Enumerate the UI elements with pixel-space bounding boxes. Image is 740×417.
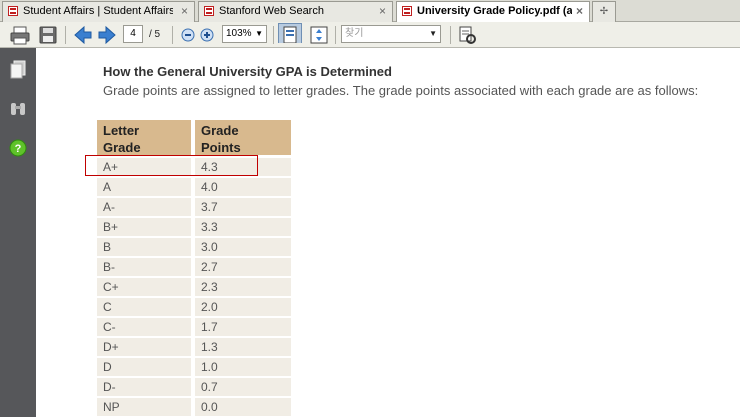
page-number-input[interactable]: 4 bbox=[123, 25, 143, 43]
fit-page-icon[interactable] bbox=[308, 25, 330, 45]
table-row: A- 3.7 bbox=[97, 198, 291, 216]
letter-grade-cell: A bbox=[97, 178, 191, 196]
letter-grade-cell: C- bbox=[97, 318, 191, 336]
table-row: B 3.0 bbox=[97, 238, 291, 256]
highlight-box bbox=[85, 155, 258, 176]
pdf-icon bbox=[204, 6, 214, 16]
grade-points-cell: 3.7 bbox=[195, 198, 291, 216]
print-icon[interactable] bbox=[9, 25, 31, 45]
letter-grade-cell: D- bbox=[97, 378, 191, 396]
grade-points-cell: 1.0 bbox=[195, 358, 291, 376]
grade-points-cell: 0.0 bbox=[195, 398, 291, 416]
letter-grade-cell: C bbox=[97, 298, 191, 316]
grade-points-cell: 3.0 bbox=[195, 238, 291, 256]
page-title: How the General University GPA is Determ… bbox=[103, 64, 392, 79]
letter-grade-cell: D+ bbox=[97, 338, 191, 356]
letter-grade-cell: C+ bbox=[97, 278, 191, 296]
pages-icon[interactable] bbox=[9, 60, 27, 80]
find-input[interactable]: 찾기 ▼ bbox=[341, 25, 441, 43]
grade-points-cell: 0.7 bbox=[195, 378, 291, 396]
grade-points-cell: 3.3 bbox=[195, 218, 291, 236]
tab-university-grade-policy[interactable]: University Grade Policy.pdf (a... × bbox=[396, 1, 590, 23]
table-row: B- 2.7 bbox=[97, 258, 291, 276]
pdf-page: How the General University GPA is Determ… bbox=[36, 48, 740, 417]
table-row: C 2.0 bbox=[97, 298, 291, 316]
fit-width-icon[interactable] bbox=[278, 23, 302, 43]
letter-grade-cell: B+ bbox=[97, 218, 191, 236]
table-row: B+ 3.3 bbox=[97, 218, 291, 236]
grade-points-cell: 2.0 bbox=[195, 298, 291, 316]
pdf-icon bbox=[8, 6, 18, 16]
chevron-down-icon: ▼ bbox=[255, 29, 263, 38]
toolbar-separator bbox=[172, 26, 173, 44]
table-row: C- 1.7 bbox=[97, 318, 291, 336]
letter-grade-cell: A- bbox=[97, 198, 191, 216]
table-row: D 1.0 bbox=[97, 358, 291, 376]
table-row: D+ 1.3 bbox=[97, 338, 291, 356]
zoom-out-icon[interactable] bbox=[180, 25, 198, 45]
chevron-down-icon: ▼ bbox=[429, 29, 437, 38]
zoom-value: 103% bbox=[226, 28, 252, 39]
svg-text:?: ? bbox=[15, 143, 22, 155]
close-icon[interactable]: × bbox=[181, 4, 188, 18]
next-page-icon[interactable] bbox=[96, 25, 118, 45]
close-icon[interactable]: × bbox=[379, 4, 386, 18]
letter-grade-cell: B bbox=[97, 238, 191, 256]
pdf-toolbar: 4 / 5 103% ▼ 찾기 ▼ bbox=[0, 22, 740, 48]
pdf-icon bbox=[402, 6, 412, 16]
toolbar-separator bbox=[335, 26, 336, 44]
grade-points-cell: 4.0 bbox=[195, 178, 291, 196]
header-letter-grade: Letter Grade bbox=[97, 120, 191, 155]
zoom-select[interactable]: 103% ▼ bbox=[222, 25, 267, 43]
save-icon[interactable] bbox=[37, 25, 59, 45]
binoculars-icon[interactable] bbox=[9, 100, 27, 118]
tab-label: Stanford Web Search bbox=[219, 5, 324, 17]
grade-points-cell: 1.3 bbox=[195, 338, 291, 356]
letter-grade-cell: D bbox=[97, 358, 191, 376]
zoom-in-icon[interactable] bbox=[199, 25, 217, 45]
previous-page-icon[interactable] bbox=[72, 25, 94, 45]
letter-grade-cell: NP bbox=[97, 398, 191, 416]
tab-label: Student Affairs | Student Affairs bbox=[23, 5, 173, 17]
tab-student-affairs[interactable]: Student Affairs | Student Affairs × bbox=[2, 1, 195, 22]
grade-points-cell: 2.7 bbox=[195, 258, 291, 276]
grade-points-cell: 1.7 bbox=[195, 318, 291, 336]
close-icon[interactable]: × bbox=[576, 4, 583, 18]
tab-stanford-web-search[interactable]: Stanford Web Search × bbox=[198, 1, 393, 22]
find-placeholder: 찾기 bbox=[345, 28, 364, 39]
table-row: D- 0.7 bbox=[97, 378, 291, 396]
help-icon[interactable]: ? bbox=[9, 139, 27, 157]
header-grade-points: Grade Points bbox=[195, 120, 291, 155]
toolbar-separator bbox=[450, 26, 451, 44]
intro-paragraph: Grade points are assigned to letter grad… bbox=[103, 83, 699, 98]
table-row: C+ 2.3 bbox=[97, 278, 291, 296]
document-properties-icon[interactable] bbox=[457, 25, 477, 45]
tab-label: University Grade Policy.pdf (a... bbox=[417, 5, 572, 17]
toolbar-separator bbox=[65, 26, 66, 44]
table-row: A 4.0 bbox=[97, 178, 291, 196]
tab-bar: Student Affairs | Student Affairs × Stan… bbox=[0, 0, 740, 23]
new-tab-button[interactable]: ✢ bbox=[592, 1, 616, 22]
toolbar-separator bbox=[273, 26, 274, 44]
letter-grade-cell: B- bbox=[97, 258, 191, 276]
pdf-sidebar: ? bbox=[0, 48, 36, 417]
page-total: / 5 bbox=[149, 29, 161, 40]
table-row: NP 0.0 bbox=[97, 398, 291, 416]
grade-points-cell: 2.3 bbox=[195, 278, 291, 296]
